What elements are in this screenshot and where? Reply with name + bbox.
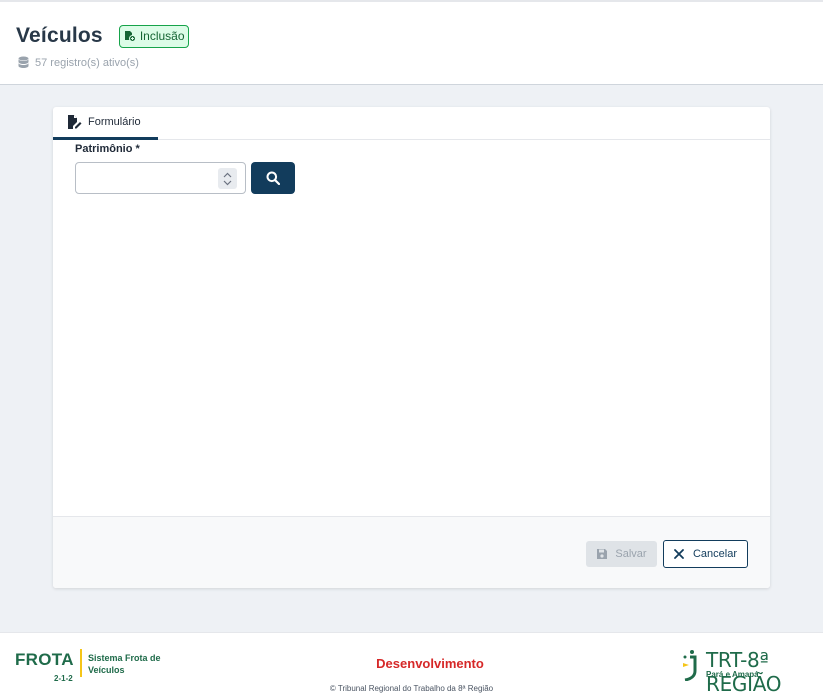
title-row: Veículos Inclusão xyxy=(16,24,189,48)
patrimonio-label: Patrimônio * xyxy=(75,143,140,155)
page-header: Veículos Inclusão 57 registro(s) ativo(s… xyxy=(0,0,823,85)
chevron-down-icon[interactable] xyxy=(223,180,232,186)
patrimonio-field[interactable] xyxy=(75,162,246,194)
record-count-label: 57 registro(s) ativo(s) xyxy=(35,56,139,69)
tab-formulario[interactable]: Formulário xyxy=(53,107,158,140)
floppy-disk-icon xyxy=(597,549,608,559)
tab-bar: Formulário xyxy=(53,107,770,140)
copyright-text: © Tribunal Regional do Trabalho da 8ª Re… xyxy=(329,684,494,693)
mode-badge-label: Inclusão xyxy=(139,29,185,43)
save-button[interactable]: Salvar xyxy=(586,541,657,567)
file-edit-icon xyxy=(68,115,82,129)
record-count: 57 registro(s) ativo(s) xyxy=(18,56,139,69)
form-card: Formulário Patrimônio * Salvar Cancelar xyxy=(53,107,770,588)
cancel-button-label: Cancelar xyxy=(692,548,738,560)
mode-badge: Inclusão xyxy=(118,24,189,48)
trt-emblem-icon xyxy=(683,650,697,681)
trt-logo-subtext: Pará e Amapá xyxy=(706,670,759,679)
file-plus-icon xyxy=(124,31,136,42)
system-version: 2-1-2 xyxy=(54,674,73,683)
search-icon xyxy=(266,171,280,185)
chevron-up-icon[interactable] xyxy=(223,172,232,178)
cancel-button[interactable]: Cancelar xyxy=(663,540,748,568)
patrimonio-stepper[interactable] xyxy=(218,168,237,189)
search-button[interactable] xyxy=(251,162,295,194)
page-title: Veículos xyxy=(16,24,103,47)
patrimonio-input[interactable] xyxy=(84,164,214,192)
form-actions: Salvar Cancelar xyxy=(53,516,770,588)
tab-formulario-label: Formulário xyxy=(88,116,141,128)
save-button-label: Salvar xyxy=(615,548,647,560)
close-icon xyxy=(674,549,684,559)
trt-logo: TRT-8ª REGIÃO Pará e Amapá xyxy=(681,648,811,696)
database-icon xyxy=(18,56,29,68)
page-footer: FROTA 2-1-2 Sistema Frota de Veículos De… xyxy=(0,632,823,698)
